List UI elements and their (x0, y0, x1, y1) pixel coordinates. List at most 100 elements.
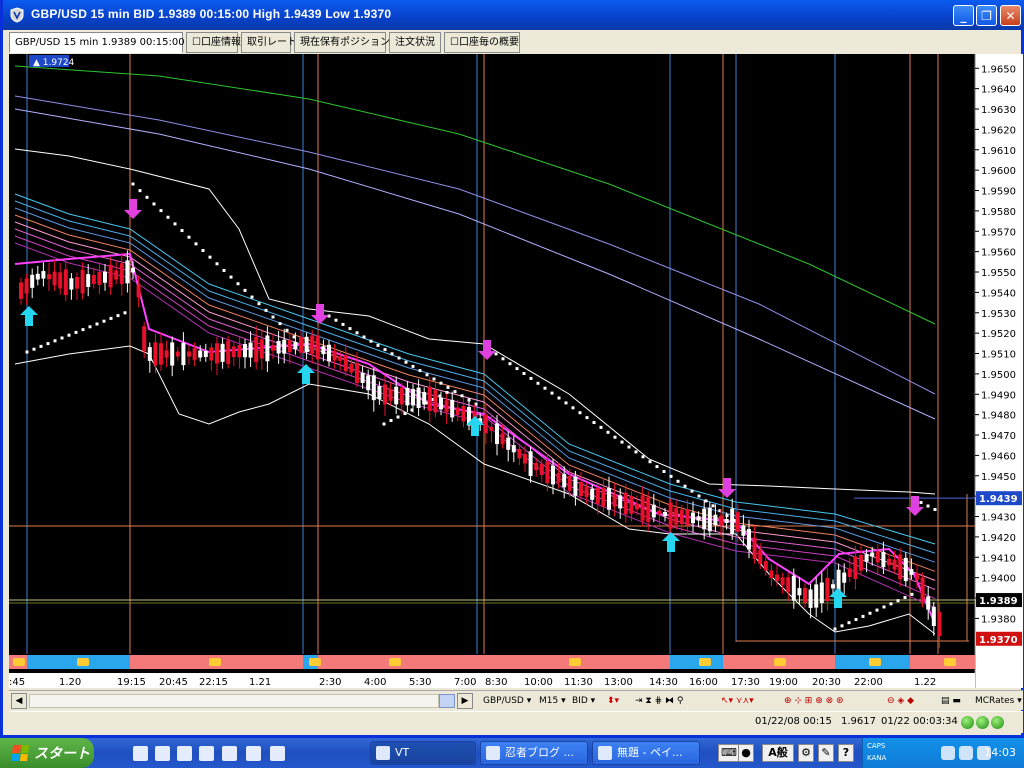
sar-dot (592, 421, 596, 424)
candle-body (310, 335, 315, 354)
symbol-value: GBP/USD (483, 696, 524, 706)
quicklaunch-icon[interactable] (222, 746, 237, 761)
quicklaunch-icon[interactable] (177, 746, 192, 761)
tab-account-info-label: 口座情報 (200, 37, 241, 48)
caps-indicator: CAPS (867, 742, 886, 750)
help-icon[interactable]: ? (838, 744, 854, 762)
price-chart[interactable]: ▲ 1.9724:45 1.20 19:15 20:45 22:15 1.21 2:30 4:… (9, 54, 1023, 688)
candle-body (332, 351, 337, 361)
scroll-thumb[interactable] (439, 694, 455, 708)
quicklaunch-icon[interactable] (133, 746, 148, 761)
horizontal-scrollbar[interactable] (29, 694, 439, 708)
data-source-dropdown[interactable]: MCRates ▾ (975, 693, 1022, 709)
system-tray: CAPS KANA 14:03 (862, 738, 1024, 768)
price-tick-label: 1.9540 (981, 288, 1016, 299)
quicklaunch-icon[interactable] (155, 746, 170, 761)
timeframe-dropdown[interactable]: M15 ▾ (539, 693, 566, 709)
candle-body (892, 559, 897, 570)
sell-arrow-icon (906, 496, 924, 516)
moving-average-line (14, 252, 936, 625)
main-window: GBP/USD 15 min BID 1.9389 00:15:00 High … (0, 0, 1024, 738)
ime-tool-icon[interactable]: ✎ (818, 744, 834, 762)
sar-dot (201, 249, 205, 252)
candle-body (114, 270, 119, 280)
signal-strip-segment (670, 655, 723, 669)
candle-body (517, 448, 522, 459)
task-blog[interactable]: 忍者ブログ ... (480, 741, 588, 765)
chart-area[interactable]: ▲ 1.9724:45 1.20 19:15 20:45 22:15 1.21 2:30 4:… (9, 54, 1023, 688)
sar-dot (397, 356, 401, 360)
time-tick-label: :45 (9, 677, 25, 688)
candle-body (769, 570, 774, 579)
candle-body (875, 551, 880, 563)
navigation-tools[interactable]: ⊖ ◈ ◆ (887, 693, 914, 709)
sar-dot (67, 333, 71, 337)
chart-type-button[interactable]: ⬍▾ (607, 693, 619, 709)
quicklaunch-icon[interactable] (246, 746, 261, 761)
zoom-tools[interactable]: ⊕ ⊹ ⊞ ⊕ ⊗ ⊛ (784, 693, 844, 709)
candle-body (405, 387, 410, 406)
time-tick-label: 5:30 (409, 677, 431, 688)
start-button[interactable]: スタート (0, 738, 94, 768)
title-bar[interactable]: GBP/USD 15 min BID 1.9389 00:15:00 High … (3, 0, 1024, 30)
scroll-right-button[interactable]: ▶ (457, 693, 473, 709)
maximize-button[interactable]: ❐ (976, 5, 997, 26)
candle-body (808, 589, 813, 608)
sar-dot (453, 390, 457, 394)
time-tick-label: 16:00 (689, 677, 718, 688)
candle-body (271, 344, 275, 351)
sar-dot (116, 314, 120, 318)
draw-tools[interactable]: ⇥ ⧗ ⋕ ⧓ ⚲ (635, 693, 683, 709)
candle-body (523, 453, 527, 464)
network-icon[interactable] (959, 746, 973, 760)
quicklaunch-icon[interactable] (270, 746, 285, 761)
ime-mode[interactable]: A般 (762, 744, 794, 762)
candle-body (427, 386, 432, 412)
sar-dot (152, 202, 156, 206)
ime-tool-icon[interactable]: ⚙ (798, 744, 814, 762)
sar-dot (250, 295, 254, 299)
task-vt[interactable]: VT (370, 741, 476, 765)
arrow-icon[interactable] (941, 746, 955, 760)
status-bar: 01/22/08 00:15 1.9617 01/22 00:03:34 (9, 711, 1023, 733)
sar-dot (257, 302, 261, 306)
ime-icon[interactable]: ● (738, 744, 754, 762)
candle-body (780, 577, 785, 586)
candle-body (747, 529, 751, 550)
signal-marker-icon (389, 658, 401, 666)
symbol-dropdown[interactable]: GBP/USD ▾ (483, 693, 531, 709)
quicklaunch-icon[interactable] (199, 746, 214, 761)
tab-orders[interactable]: 注文状況 (389, 32, 441, 53)
sar-dot (522, 372, 526, 375)
candle-body (366, 375, 371, 391)
cursor-tools[interactable]: ↖▾ ⋎⋏▾ (721, 693, 754, 709)
candle-body (685, 509, 690, 526)
tab-rates[interactable]: 取引レート (241, 32, 297, 53)
moving-average-line (14, 221, 936, 581)
candle-body (343, 355, 348, 372)
candle-body (338, 356, 343, 361)
tab-account-info[interactable]: ☐口座情報 (186, 32, 241, 53)
task-paint[interactable]: 無題 - ペイ... (592, 741, 700, 765)
sar-dot (676, 479, 680, 483)
close-button[interactable]: ✕ (1000, 5, 1021, 26)
minimize-button[interactable]: _ (953, 5, 974, 26)
ime-keyboard-icon[interactable]: ⌨ (718, 744, 740, 762)
price-type-dropdown[interactable]: BID ▾ (572, 693, 595, 709)
candle-body (937, 611, 942, 637)
sar-dot (159, 209, 163, 213)
candle-body (814, 584, 819, 608)
sar-dot (131, 182, 135, 186)
candle-body (640, 495, 645, 521)
signal-strip (9, 655, 975, 669)
tab-chart[interactable]: GBP/USD 15 min 1.9389 00:15:00 (9, 32, 185, 53)
checkbox-icon: ☐ (192, 37, 201, 48)
moving-average-line (14, 108, 936, 420)
settings-icon[interactable]: ▤ ▬ (941, 693, 961, 709)
tab-account-summary[interactable]: ☐口座毎の概要 (444, 32, 520, 53)
sar-dot (389, 419, 393, 422)
price-tick-label: 1.9400 (981, 574, 1016, 585)
sar-dot (439, 381, 443, 385)
tab-open-positions[interactable]: 現在保有ポジション (294, 32, 390, 53)
scroll-left-button[interactable]: ◀ (11, 693, 27, 709)
